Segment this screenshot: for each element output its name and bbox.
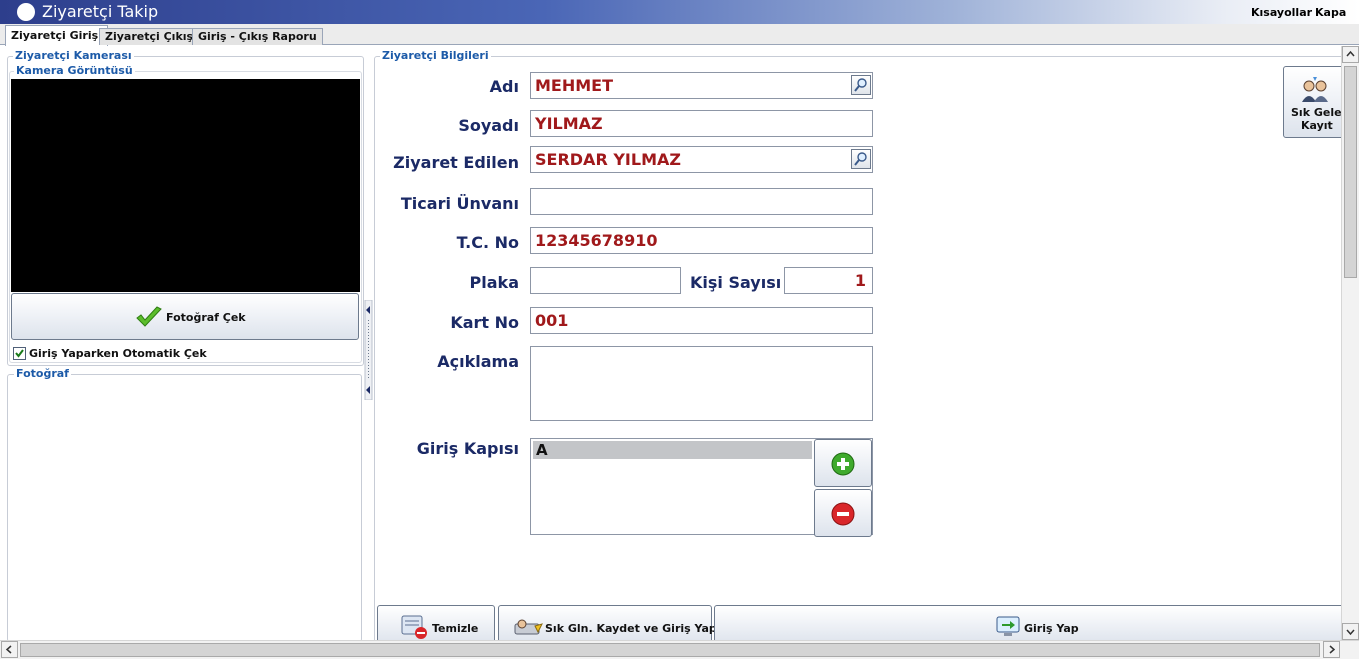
count-label: Kişi Sayısı bbox=[690, 273, 782, 292]
frequent-visitor-label-2: Kayıt bbox=[1301, 119, 1333, 132]
chevron-left-icon bbox=[5, 645, 12, 654]
camera-preview bbox=[11, 79, 360, 292]
horizontal-scroll-thumb[interactable] bbox=[20, 643, 1320, 657]
company-label: Ticari Ünvanı bbox=[400, 194, 519, 213]
splitter-grip-icon bbox=[364, 299, 373, 401]
visited-label: Ziyaret Edilen bbox=[393, 153, 519, 172]
take-photo-label: Fotoğraf Çek bbox=[166, 311, 246, 324]
horizontal-scrollbar[interactable] bbox=[0, 640, 1359, 659]
surname-field[interactable]: YILMAZ bbox=[530, 110, 873, 137]
description-label: Açıklama bbox=[437, 352, 519, 371]
name-lookup-button[interactable] bbox=[851, 75, 871, 95]
check-icon bbox=[15, 349, 24, 358]
scroll-right-button[interactable] bbox=[1323, 641, 1340, 658]
people-icon bbox=[1302, 77, 1328, 102]
gate-list-item[interactable]: A bbox=[533, 441, 812, 459]
save-frequent-icon bbox=[514, 619, 543, 635]
close-link[interactable]: Kapa bbox=[1315, 6, 1346, 19]
scroll-up-button[interactable] bbox=[1342, 46, 1359, 63]
plate-field[interactable] bbox=[530, 267, 681, 294]
app-window: Ziyaretçi Takip Kısayollar Kapa Ziyaretç… bbox=[0, 0, 1359, 659]
count-field[interactable]: 1 bbox=[784, 267, 873, 294]
tab-visitor-exit[interactable]: Ziyaretçi Çıkışı bbox=[99, 28, 203, 45]
scroll-left-button[interactable] bbox=[1, 641, 18, 658]
panel-splitter[interactable] bbox=[364, 299, 373, 401]
checkmark-icon bbox=[136, 306, 162, 327]
camera-view-title: Kamera Görüntüsü bbox=[14, 64, 135, 77]
photo-group bbox=[7, 374, 362, 642]
minus-icon bbox=[831, 502, 855, 526]
visited-lookup-button[interactable] bbox=[851, 149, 871, 169]
photo-group-title: Fotoğraf bbox=[14, 367, 71, 380]
tab-strip: Ziyaretçi Girişi Ziyaretçi Çıkışı Giriş … bbox=[0, 24, 1359, 46]
auto-capture-checkbox[interactable] bbox=[13, 347, 26, 360]
monitor-enter-icon bbox=[996, 616, 1020, 636]
clear-icon bbox=[401, 615, 427, 639]
app-logo-icon bbox=[17, 3, 35, 21]
frequent-visitor-button[interactable]: Sık Gelen Kayıt bbox=[1283, 66, 1349, 138]
chevron-up-icon bbox=[1346, 50, 1355, 57]
visitor-info-title: Ziyaretçi Bilgileri bbox=[380, 49, 491, 62]
save-frequent-and-enter-label: Sık Gln. Kaydet ve Giriş Yap bbox=[545, 622, 717, 635]
tab-visitor-entry[interactable]: Ziyaretçi Girişi bbox=[5, 25, 108, 46]
name-label: Adı bbox=[489, 77, 519, 96]
window-title: Ziyaretçi Takip bbox=[42, 2, 159, 21]
clear-label: Temizle bbox=[432, 622, 479, 635]
shortcuts-link[interactable]: Kısayollar bbox=[1251, 6, 1312, 19]
take-photo-button[interactable]: Fotoğraf Çek bbox=[11, 293, 359, 340]
tab-report[interactable]: Giriş - Çıkış Raporu bbox=[192, 28, 323, 45]
enter-label: Giriş Yap bbox=[1024, 622, 1079, 635]
camera-group-title: Ziyaretçi Kamerası bbox=[13, 49, 134, 62]
chevron-right-icon bbox=[1329, 645, 1336, 654]
auto-capture-label: Giriş Yaparken Otomatik Çek bbox=[29, 347, 207, 360]
visited-field[interactable]: SERDAR YILMAZ bbox=[530, 146, 873, 173]
plus-icon bbox=[831, 452, 855, 476]
vertical-scroll-thumb[interactable] bbox=[1344, 66, 1357, 278]
chevron-down-icon bbox=[1346, 629, 1355, 636]
add-gate-button[interactable] bbox=[814, 439, 872, 487]
vertical-scrollbar[interactable] bbox=[1341, 46, 1359, 640]
description-field[interactable] bbox=[530, 346, 873, 421]
card-label: Kart No bbox=[450, 313, 519, 332]
name-field[interactable]: MEHMET bbox=[530, 72, 873, 99]
tc-label: T.C. No bbox=[456, 233, 519, 252]
search-icon bbox=[854, 152, 867, 166]
company-field[interactable] bbox=[530, 188, 873, 215]
clear-button[interactable]: Temizle bbox=[377, 605, 495, 645]
scroll-down-button[interactable] bbox=[1342, 623, 1359, 640]
search-icon bbox=[854, 78, 867, 92]
plate-label: Plaka bbox=[469, 273, 519, 292]
card-field[interactable]: 001 bbox=[530, 307, 873, 334]
remove-gate-button[interactable] bbox=[814, 489, 872, 537]
tc-field[interactable]: 12345678910 bbox=[530, 227, 873, 254]
surname-label: Soyadı bbox=[458, 116, 519, 135]
title-bar: Ziyaretçi Takip Kısayollar Kapa bbox=[0, 0, 1359, 24]
gate-label: Giriş Kapısı bbox=[416, 439, 519, 458]
enter-button[interactable]: Giriş Yap bbox=[714, 605, 1346, 645]
save-frequent-and-enter-button[interactable]: Sık Gln. Kaydet ve Giriş Yap bbox=[498, 605, 717, 645]
